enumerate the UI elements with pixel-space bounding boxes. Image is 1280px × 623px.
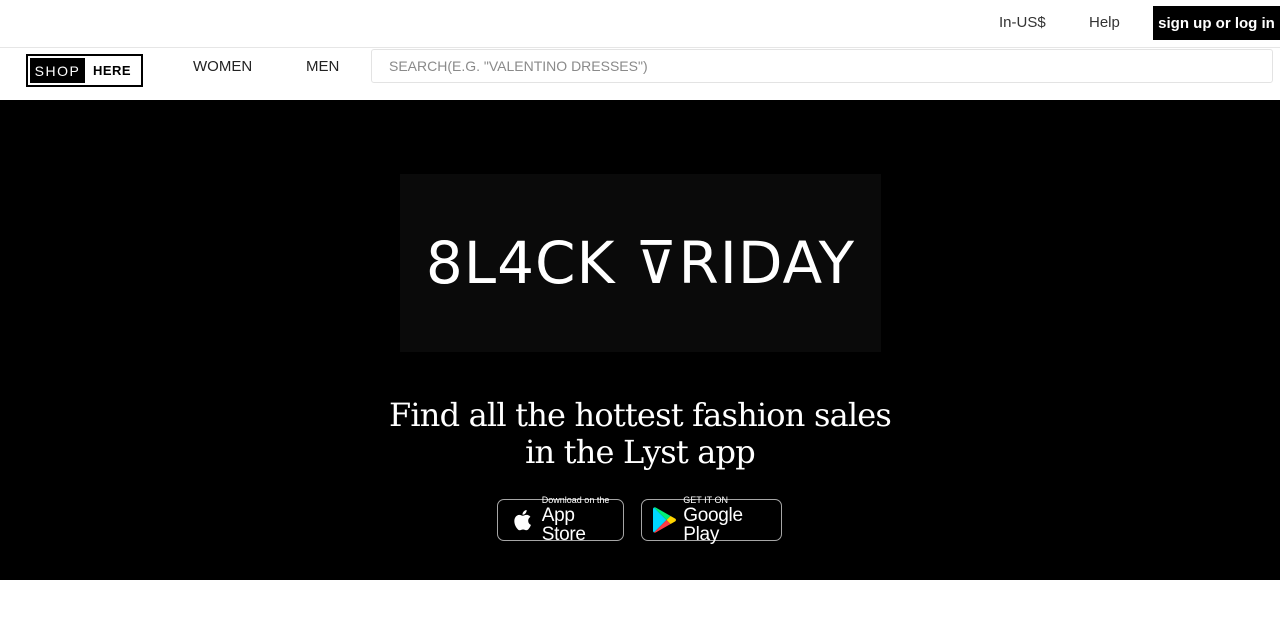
app-store-button[interactable]: Download on the App Store [497, 495, 624, 545]
tagline-line-2: in the Lyst app [525, 433, 756, 471]
logo-right-text: HERE [92, 63, 132, 78]
black-friday-logo-box: 8L4CK ⊽RIDAY [400, 174, 881, 352]
app-store-big-text: App Store [541, 505, 586, 545]
google-play-small-text: GET IT ON [683, 495, 728, 505]
hero-banner[interactable]: 8L4CK ⊽RIDAY Find all the hottest fashio… [0, 100, 1280, 580]
search-input[interactable] [389, 58, 1272, 74]
black-friday-title: 8L4CK ⊽RIDAY [425, 229, 856, 297]
google-play-button[interactable]: GET IT ON Google Play [641, 495, 782, 545]
google-play-icon [650, 506, 679, 534]
help-link[interactable]: Help [1089, 14, 1120, 31]
tagline-line-1: Find all the hottest fashion sales [388, 396, 892, 434]
site-logo[interactable]: SHOP HERE [26, 54, 143, 87]
hero-tagline: Find all the hottest fashion sales in th… [340, 397, 940, 471]
nav-men-link[interactable]: MEN [306, 58, 339, 75]
signin-button[interactable]: sign up or log in [1153, 6, 1280, 40]
app-store-text: Download on the App Store [541, 495, 623, 545]
app-store-small-text: Download on the [541, 495, 610, 505]
main-nav: SHOP HERE WOMEN MEN [0, 48, 1280, 100]
search-bar[interactable] [371, 49, 1273, 83]
google-play-big-text: Google Play [683, 505, 743, 545]
logo-left-text: SHOP [30, 58, 85, 83]
apple-icon [506, 507, 536, 533]
nav-women-link[interactable]: WOMEN [193, 58, 252, 75]
top-utility-bar: In-US$ Help sign up or log in [0, 0, 1280, 48]
google-play-text: GET IT ON Google Play [683, 495, 781, 545]
currency-selector[interactable]: In-US$ [999, 14, 1046, 31]
